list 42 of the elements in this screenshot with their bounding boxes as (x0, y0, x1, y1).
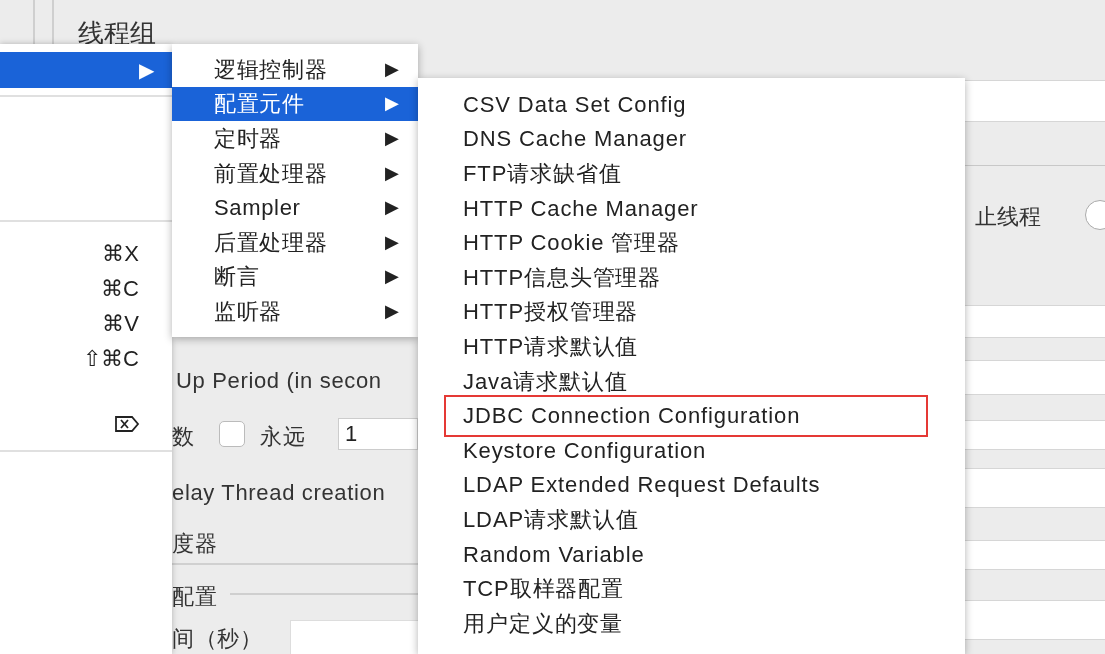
checkbox[interactable] (219, 421, 245, 447)
menu-label: 监听器 (214, 297, 282, 326)
menu-item[interactable]: ⌘X (0, 236, 172, 271)
field-label: 数 (172, 423, 195, 451)
checkbox-label: elay Thread creation (172, 479, 386, 507)
section-label: 度器 (172, 530, 218, 558)
input-field[interactable] (965, 360, 1105, 395)
input-field[interactable] (965, 305, 1105, 338)
menu-label: 配置元件 (214, 90, 305, 119)
submenu-arrow: ▶ (385, 230, 400, 254)
input-field[interactable] (965, 80, 1105, 122)
input-field[interactable] (965, 468, 1105, 508)
field-label: Up Period (in secon (176, 367, 382, 395)
input-field[interactable] (965, 420, 1105, 450)
menu-label: 后置处理器 (214, 228, 328, 257)
loop-count-field[interactable]: 1 (338, 418, 418, 450)
submenu-arrow: ▶ (385, 265, 400, 289)
submenu-arrow: ▶ (385, 196, 400, 220)
submenu-arrow: ▶ (385, 161, 400, 185)
menu-label: Sampler (214, 194, 301, 223)
option-label: 止线程 (975, 203, 1041, 231)
menu-item[interactable]: ⌘V (0, 306, 172, 341)
menu-label: 断言 (214, 263, 260, 292)
panel-title: 线程组 (78, 17, 156, 50)
submenu-arrow: ▶ (385, 299, 400, 323)
input-field[interactable] (965, 600, 1105, 640)
duration-field[interactable] (290, 620, 420, 654)
menu-label: 前置处理器 (214, 159, 328, 188)
checkbox-label: 永远 (260, 423, 306, 451)
menu-label: 定时器 (214, 125, 282, 153)
submenu-arrow: ▶ (385, 127, 400, 150)
section-title: 配置 (172, 583, 218, 611)
menu-label: 逻辑控制器 (214, 55, 328, 84)
submenu-arrow: ▶ (385, 57, 400, 81)
menu-item[interactable]: ⌘C (0, 271, 172, 306)
menu-item[interactable]: JDBC Connection Configuration (444, 394, 928, 437)
submenu-arrow: ▶ (385, 92, 400, 116)
input-field[interactable] (965, 540, 1105, 570)
menu-item[interactable]: ⇧⌘C (0, 341, 172, 376)
field-label: 间（秒） (172, 625, 263, 653)
delete-forward-icon (114, 415, 140, 432)
menu-item[interactable]: ▶ (0, 52, 172, 88)
